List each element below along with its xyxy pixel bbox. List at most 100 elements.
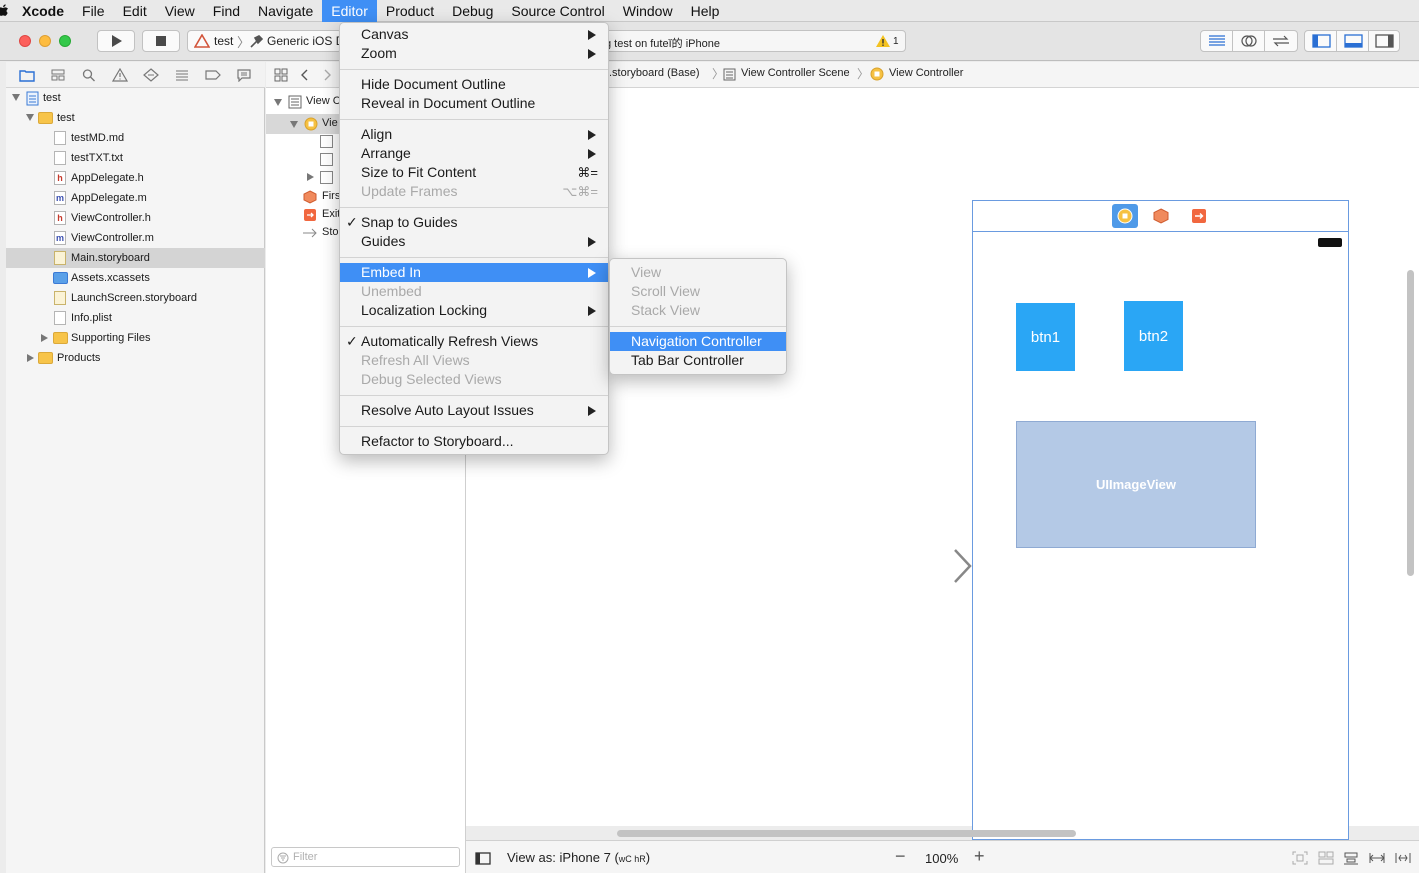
breakpoint-icon[interactable] — [205, 68, 221, 82]
tree-row-file[interactable]: Assets.xcassets — [6, 268, 265, 288]
tree-row-main-storyboard[interactable]: Main.storyboard — [6, 248, 265, 268]
hierarchy-icon[interactable] — [50, 68, 66, 82]
forward-chevron-icon[interactable] — [322, 68, 332, 82]
menu-item-canvas[interactable]: Canvas — [340, 25, 608, 44]
tree-row-file[interactable]: m ViewController.m — [6, 228, 265, 248]
resolve-issues-icon[interactable] — [1395, 851, 1411, 865]
issue-warning-icon[interactable] — [112, 67, 129, 82]
back-chevron-icon[interactable] — [300, 68, 310, 82]
menu-item-reveal-in-document-outline[interactable]: Reveal in Document Outline — [340, 94, 608, 113]
warning-icon[interactable] — [876, 35, 890, 47]
breadcrumb-view-controller[interactable]: View Controller — [889, 67, 963, 79]
menu-item-localization-locking[interactable]: Localization Locking — [340, 301, 608, 320]
test-diamond-icon[interactable] — [143, 67, 159, 82]
horizontal-scrollbar[interactable] — [617, 830, 1076, 837]
search-icon[interactable] — [81, 68, 97, 82]
tree-label: Products — [57, 352, 101, 364]
btn2-button[interactable]: btn2 — [1124, 301, 1183, 371]
menu-item-guides[interactable]: Guides — [340, 232, 608, 251]
tree-row-file[interactable]: m AppDelegate.m — [6, 188, 265, 208]
update-frames-icon[interactable] — [1292, 851, 1308, 865]
menu-find[interactable]: Find — [204, 0, 249, 22]
grid-icon[interactable] — [274, 68, 288, 82]
menu-item-resolve-auto-layout-issues[interactable]: Resolve Auto Layout Issues — [340, 401, 608, 420]
tree-label: testMD.md — [71, 132, 125, 144]
menu-item-refactor-to-storyboard[interactable]: Refactor to Storyboard... — [340, 432, 608, 451]
standard-editor-button[interactable] — [1201, 31, 1233, 51]
menu-editor[interactable]: Editor — [322, 0, 377, 22]
menu-file[interactable]: File — [73, 0, 114, 22]
menu-item-embed-in[interactable]: Embed In — [340, 263, 608, 282]
stack-icon[interactable] — [1318, 851, 1334, 865]
tree-row-file[interactable]: LaunchScreen.storyboard — [6, 288, 265, 308]
view-controller-scene[interactable]: btn1 btn2 UIImageView — [972, 200, 1349, 840]
vertical-scrollbar[interactable] — [1407, 270, 1414, 576]
menu-item-zoom[interactable]: Zoom — [340, 44, 608, 63]
folder-icon — [38, 112, 53, 124]
menu-product[interactable]: Product — [377, 0, 443, 22]
stop-button[interactable] — [142, 30, 180, 52]
hammer-icon — [250, 35, 263, 48]
view-as-label[interactable]: View as: iPhone 7 (wC hR) — [507, 850, 650, 865]
tree-row-file[interactable]: testTXT.txt — [6, 148, 265, 168]
submenu-item-navigation-controller[interactable]: Navigation Controller — [610, 332, 786, 351]
toggle-debug-area-button[interactable] — [1337, 31, 1369, 51]
tree-row-project[interactable]: test — [6, 88, 265, 108]
play-icon — [112, 35, 122, 47]
breadcrumb-scene[interactable]: View Controller Scene — [741, 67, 850, 79]
outline-label: Firs — [322, 190, 341, 202]
zoom-window-button[interactable] — [59, 35, 71, 47]
scheme-selector[interactable]: test 〉 Generic iOS D — [187, 30, 342, 52]
layout-guide-icon[interactable] — [320, 135, 333, 148]
layout-guide-icon[interactable] — [320, 153, 333, 166]
align-icon[interactable] — [1343, 851, 1359, 865]
toggle-navigator-button[interactable] — [1305, 31, 1337, 51]
run-button[interactable] — [97, 30, 135, 52]
pin-icon[interactable] — [1369, 851, 1385, 865]
menu-navigate[interactable]: Navigate — [249, 0, 322, 22]
scene-icon — [723, 68, 736, 81]
submenu-item-tab-bar-controller[interactable]: Tab Bar Controller — [610, 351, 786, 370]
toggle-utilities-button[interactable] — [1369, 31, 1401, 51]
menu-item-align[interactable]: Align — [340, 125, 608, 144]
tree-row-file[interactable]: h AppDelegate.h — [6, 168, 265, 188]
menu-item-snap-to-guides[interactable]: ✓ Snap to Guides — [340, 213, 608, 232]
zoom-out-button[interactable]: − — [895, 846, 906, 867]
tree-row-group-supporting[interactable]: Supporting Files — [6, 328, 265, 348]
image-view[interactable]: UIImageView — [1016, 421, 1256, 548]
menu-source-control[interactable]: Source Control — [502, 0, 613, 22]
report-bubble-icon[interactable] — [236, 68, 252, 82]
menu-item-size-to-fit-content[interactable]: Size to Fit Content ⌘= — [340, 163, 608, 182]
tree-row-group-products[interactable]: Products — [6, 348, 265, 368]
menu-debug[interactable]: Debug — [443, 0, 502, 22]
first-responder-cube-icon[interactable] — [1153, 208, 1169, 224]
btn1-button[interactable]: btn1 — [1016, 303, 1075, 371]
dock-view-controller-button[interactable] — [1112, 204, 1138, 228]
tree-row-file[interactable]: testMD.md — [6, 128, 265, 148]
tree-row-file[interactable]: h ViewController.h — [6, 208, 265, 228]
assistant-editor-button[interactable] — [1233, 31, 1265, 51]
menu-edit[interactable]: Edit — [114, 0, 156, 22]
apple-icon[interactable] — [0, 3, 10, 19]
close-window-button[interactable] — [19, 35, 31, 47]
menu-window[interactable]: Window — [614, 0, 682, 22]
folder-icon[interactable] — [19, 68, 36, 82]
zoom-in-button[interactable]: + — [974, 846, 985, 867]
menu-help[interactable]: Help — [682, 0, 729, 22]
objc-file-icon: m — [54, 231, 66, 245]
tree-row-group-test[interactable]: test — [6, 108, 265, 128]
breadcrumb-storyboard[interactable]: .storyboard (Base) — [609, 67, 699, 79]
menu-view[interactable]: View — [156, 0, 204, 22]
view-icon[interactable] — [320, 171, 333, 184]
exit-icon[interactable] — [1191, 208, 1207, 224]
tree-row-file[interactable]: Info.plist — [6, 308, 265, 328]
outline-toggle-icon[interactable] — [475, 852, 491, 865]
menu-app-xcode[interactable]: Xcode — [0, 0, 73, 22]
menu-item-hide-document-outline[interactable]: Hide Document Outline — [340, 75, 608, 94]
menu-item-automatically-refresh-views[interactable]: ✓ Automatically Refresh Views — [340, 332, 608, 351]
version-editor-button[interactable] — [1265, 31, 1297, 51]
debug-list-icon[interactable] — [174, 68, 190, 82]
filter-field[interactable]: Filter — [271, 847, 460, 867]
minimize-window-button[interactable] — [39, 35, 51, 47]
menu-item-arrange[interactable]: Arrange — [340, 144, 608, 163]
